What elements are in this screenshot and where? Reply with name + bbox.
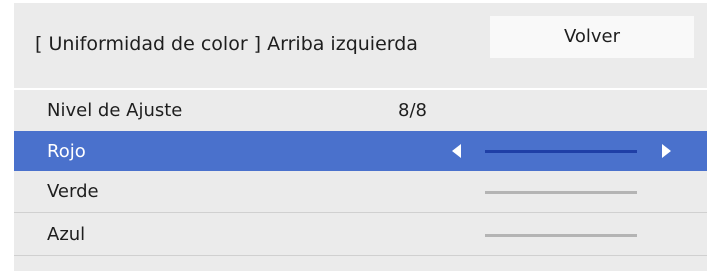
red-label: Rojo: [47, 140, 86, 162]
triangle-right-icon[interactable]: [662, 144, 671, 158]
menu-row-green[interactable]: Verde: [14, 171, 707, 212]
red-slider[interactable]: [485, 150, 637, 153]
adjustment-level-label: Nivel de Ajuste: [47, 100, 183, 121]
menu-row-red[interactable]: Rojo: [14, 131, 707, 171]
triangle-left-icon[interactable]: [452, 144, 461, 158]
green-label: Verde: [47, 181, 99, 202]
header-title: [ Uniformidad de color ] Arriba izquierd…: [35, 33, 418, 55]
blue-slider[interactable]: [485, 234, 637, 237]
menu-row-adjustment-level[interactable]: Nivel de Ajuste 8/8: [14, 90, 707, 131]
row-divider: [14, 255, 707, 256]
back-button[interactable]: Volver: [490, 16, 694, 58]
green-slider[interactable]: [485, 191, 637, 194]
color-uniformity-panel: [ Uniformidad de color ] Arriba izquierd…: [14, 3, 707, 271]
menu-row-blue[interactable]: Azul: [14, 214, 707, 255]
panel-header: [ Uniformidad de color ] Arriba izquierd…: [14, 3, 707, 85]
row-divider: [14, 212, 707, 213]
adjustment-level-value: 8/8: [398, 100, 427, 121]
blue-label: Azul: [47, 224, 86, 245]
